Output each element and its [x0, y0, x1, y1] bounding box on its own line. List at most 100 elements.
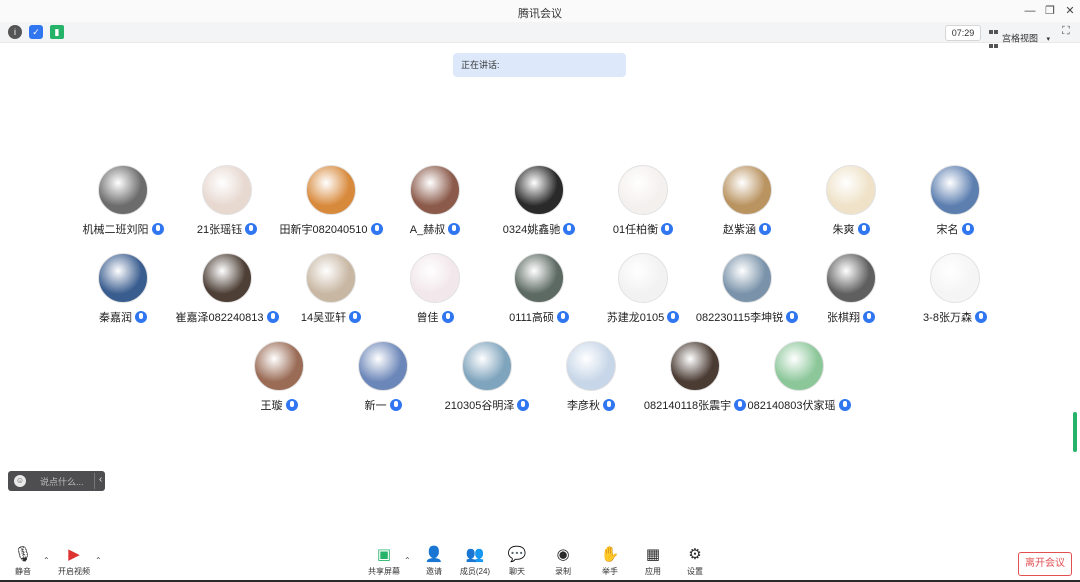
- participant-name-text: 李彦秋: [567, 400, 600, 412]
- shield-icon[interactable]: ✓: [29, 25, 43, 39]
- avatar: [722, 253, 772, 303]
- raise-hand-button[interactable]: ✋ 举手: [592, 546, 628, 578]
- avatar: [618, 165, 668, 215]
- leave-meeting-button[interactable]: 离开会议: [1018, 552, 1072, 576]
- gear-icon: ⚙: [688, 546, 702, 563]
- mic-status-icon: [448, 223, 461, 235]
- hand-icon: ✋: [600, 546, 620, 563]
- mic-status-icon: [285, 399, 298, 411]
- chevron-up-icon[interactable]: ⌃: [404, 556, 411, 565]
- minimize-icon[interactable]: —: [1022, 3, 1038, 19]
- close-icon[interactable]: ✕: [1062, 3, 1078, 19]
- participant-name-text: 张棋翔: [827, 312, 860, 324]
- share-screen-button[interactable]: ▣ 共享屏幕: [366, 546, 402, 578]
- mic-status-icon: [661, 223, 674, 235]
- participant-name: 3-8张万森: [890, 309, 1020, 325]
- mic-status-icon: [389, 399, 402, 411]
- video-label: 开启视频: [58, 567, 90, 576]
- chevron-down-icon: ▾: [1046, 36, 1051, 44]
- participant-name-text: 崔嘉泽082240813: [175, 312, 264, 324]
- invite-button[interactable]: 👤 邀请: [416, 546, 452, 578]
- participant-name-text: 082140803伏家瑶: [747, 400, 836, 412]
- screen-share-icon: ▣: [376, 546, 392, 563]
- participant-name-text: A_赫叔: [409, 224, 446, 236]
- mic-status-icon: [603, 399, 615, 411]
- avatar: [410, 165, 460, 215]
- participant-name-text: 赵紫涵: [723, 224, 756, 236]
- participant-name: 082140803伏家瑶: [734, 397, 864, 413]
- mic-status-icon: [556, 311, 569, 323]
- avatar: [514, 165, 564, 215]
- scroll-indicator[interactable]: [1073, 412, 1077, 452]
- collapse-icon[interactable]: ‹: [99, 474, 102, 485]
- divider: [94, 473, 95, 489]
- chevron-up-icon[interactable]: ⌃: [43, 556, 50, 565]
- avatar: [410, 253, 460, 303]
- mic-status-icon: [974, 311, 987, 323]
- participant-name-text: 082230115李坤锐: [695, 312, 784, 324]
- chevron-up-icon[interactable]: ⌃: [95, 556, 102, 565]
- mic-status-icon: [563, 223, 576, 235]
- avatar: [670, 341, 720, 391]
- avatar: [514, 253, 564, 303]
- chat-placeholder: 说点什么...: [40, 477, 84, 487]
- members-icon: 👥: [465, 546, 485, 563]
- meeting-timer: 07:29: [945, 25, 981, 41]
- avatar: [618, 253, 668, 303]
- avatar: [826, 165, 876, 215]
- avatar: [98, 165, 148, 215]
- mute-button[interactable]: 🎙 静音: [5, 546, 41, 578]
- participant-name-text: 0111高硕: [509, 312, 554, 324]
- mic-status-icon: [838, 399, 851, 411]
- bottom-toolbar: 🎙 静音 ⌃ ▶ 开启视频 ⌃ ▣ 共享屏幕 ⌃ 👤 邀请 👥 成员(24) 💬…: [0, 540, 1080, 582]
- avatar: [774, 341, 824, 391]
- chat-button[interactable]: 💬 聊天: [499, 546, 535, 578]
- participant-name-text: 01任柏衡: [612, 224, 659, 236]
- avatar: [306, 253, 356, 303]
- fullscreen-icon[interactable]: ⛶: [1062, 25, 1074, 37]
- mic-status-icon: [349, 311, 362, 323]
- record-icon: ◉: [556, 546, 570, 563]
- participant-name-text: 曾佳: [416, 312, 439, 324]
- settings-button[interactable]: ⚙ 设置: [677, 546, 713, 578]
- add-user-icon: 👤: [424, 546, 444, 563]
- window-title: 腾讯会议: [518, 8, 562, 20]
- participant-name-text: 田新宇082040510: [279, 224, 368, 236]
- restore-icon[interactable]: ❐: [1042, 3, 1058, 19]
- avatar: [462, 341, 512, 391]
- mic-status-icon: [863, 311, 875, 323]
- participant-tile[interactable]: 3-8张万森: [890, 253, 1020, 333]
- view-mode-label: 宫格视图: [1002, 33, 1039, 44]
- avatar: [930, 165, 980, 215]
- avatar: [930, 253, 980, 303]
- avatar: [306, 165, 356, 215]
- signal-icon[interactable]: ▮: [50, 25, 64, 39]
- mic-status-icon: [245, 223, 258, 235]
- mic-status-icon: [961, 223, 974, 235]
- participant-name-text: 机械二班刘阳: [82, 224, 149, 236]
- mic-status-icon: [857, 223, 870, 235]
- participant-tile[interactable]: 宋名: [890, 165, 1020, 245]
- emoji-icon[interactable]: ☺: [14, 475, 26, 487]
- participant-name-text: 3-8张万森: [923, 312, 972, 324]
- view-mode-select[interactable]: 宫格视图 ▾: [989, 25, 1050, 48]
- mic-status-icon: [759, 223, 771, 235]
- participant-name-text: 新一: [364, 400, 387, 412]
- record-button[interactable]: ◉ 录制: [545, 546, 581, 578]
- chat-icon: 💬: [507, 546, 527, 563]
- avatar: [826, 253, 876, 303]
- avatar: [202, 165, 252, 215]
- video-button[interactable]: ▶ 开启视频: [56, 546, 92, 578]
- mic-status-icon: [441, 311, 454, 323]
- info-icon[interactable]: i: [8, 25, 22, 39]
- avatar: [566, 341, 616, 391]
- video-off-icon: ▶: [68, 546, 80, 563]
- members-button[interactable]: 👥 成员(24): [457, 546, 493, 578]
- apps-button[interactable]: ▦ 应用: [635, 546, 671, 578]
- avatar: [254, 341, 304, 391]
- mute-label: 静音: [15, 567, 31, 576]
- chat-input[interactable]: ☺ 说点什么... ‹: [8, 471, 105, 491]
- participant-name-text: 王璇: [260, 400, 283, 412]
- participant-name-text: 0324姚鑫驰: [502, 224, 561, 236]
- participant-tile[interactable]: 082140803伏家瑶: [734, 341, 864, 421]
